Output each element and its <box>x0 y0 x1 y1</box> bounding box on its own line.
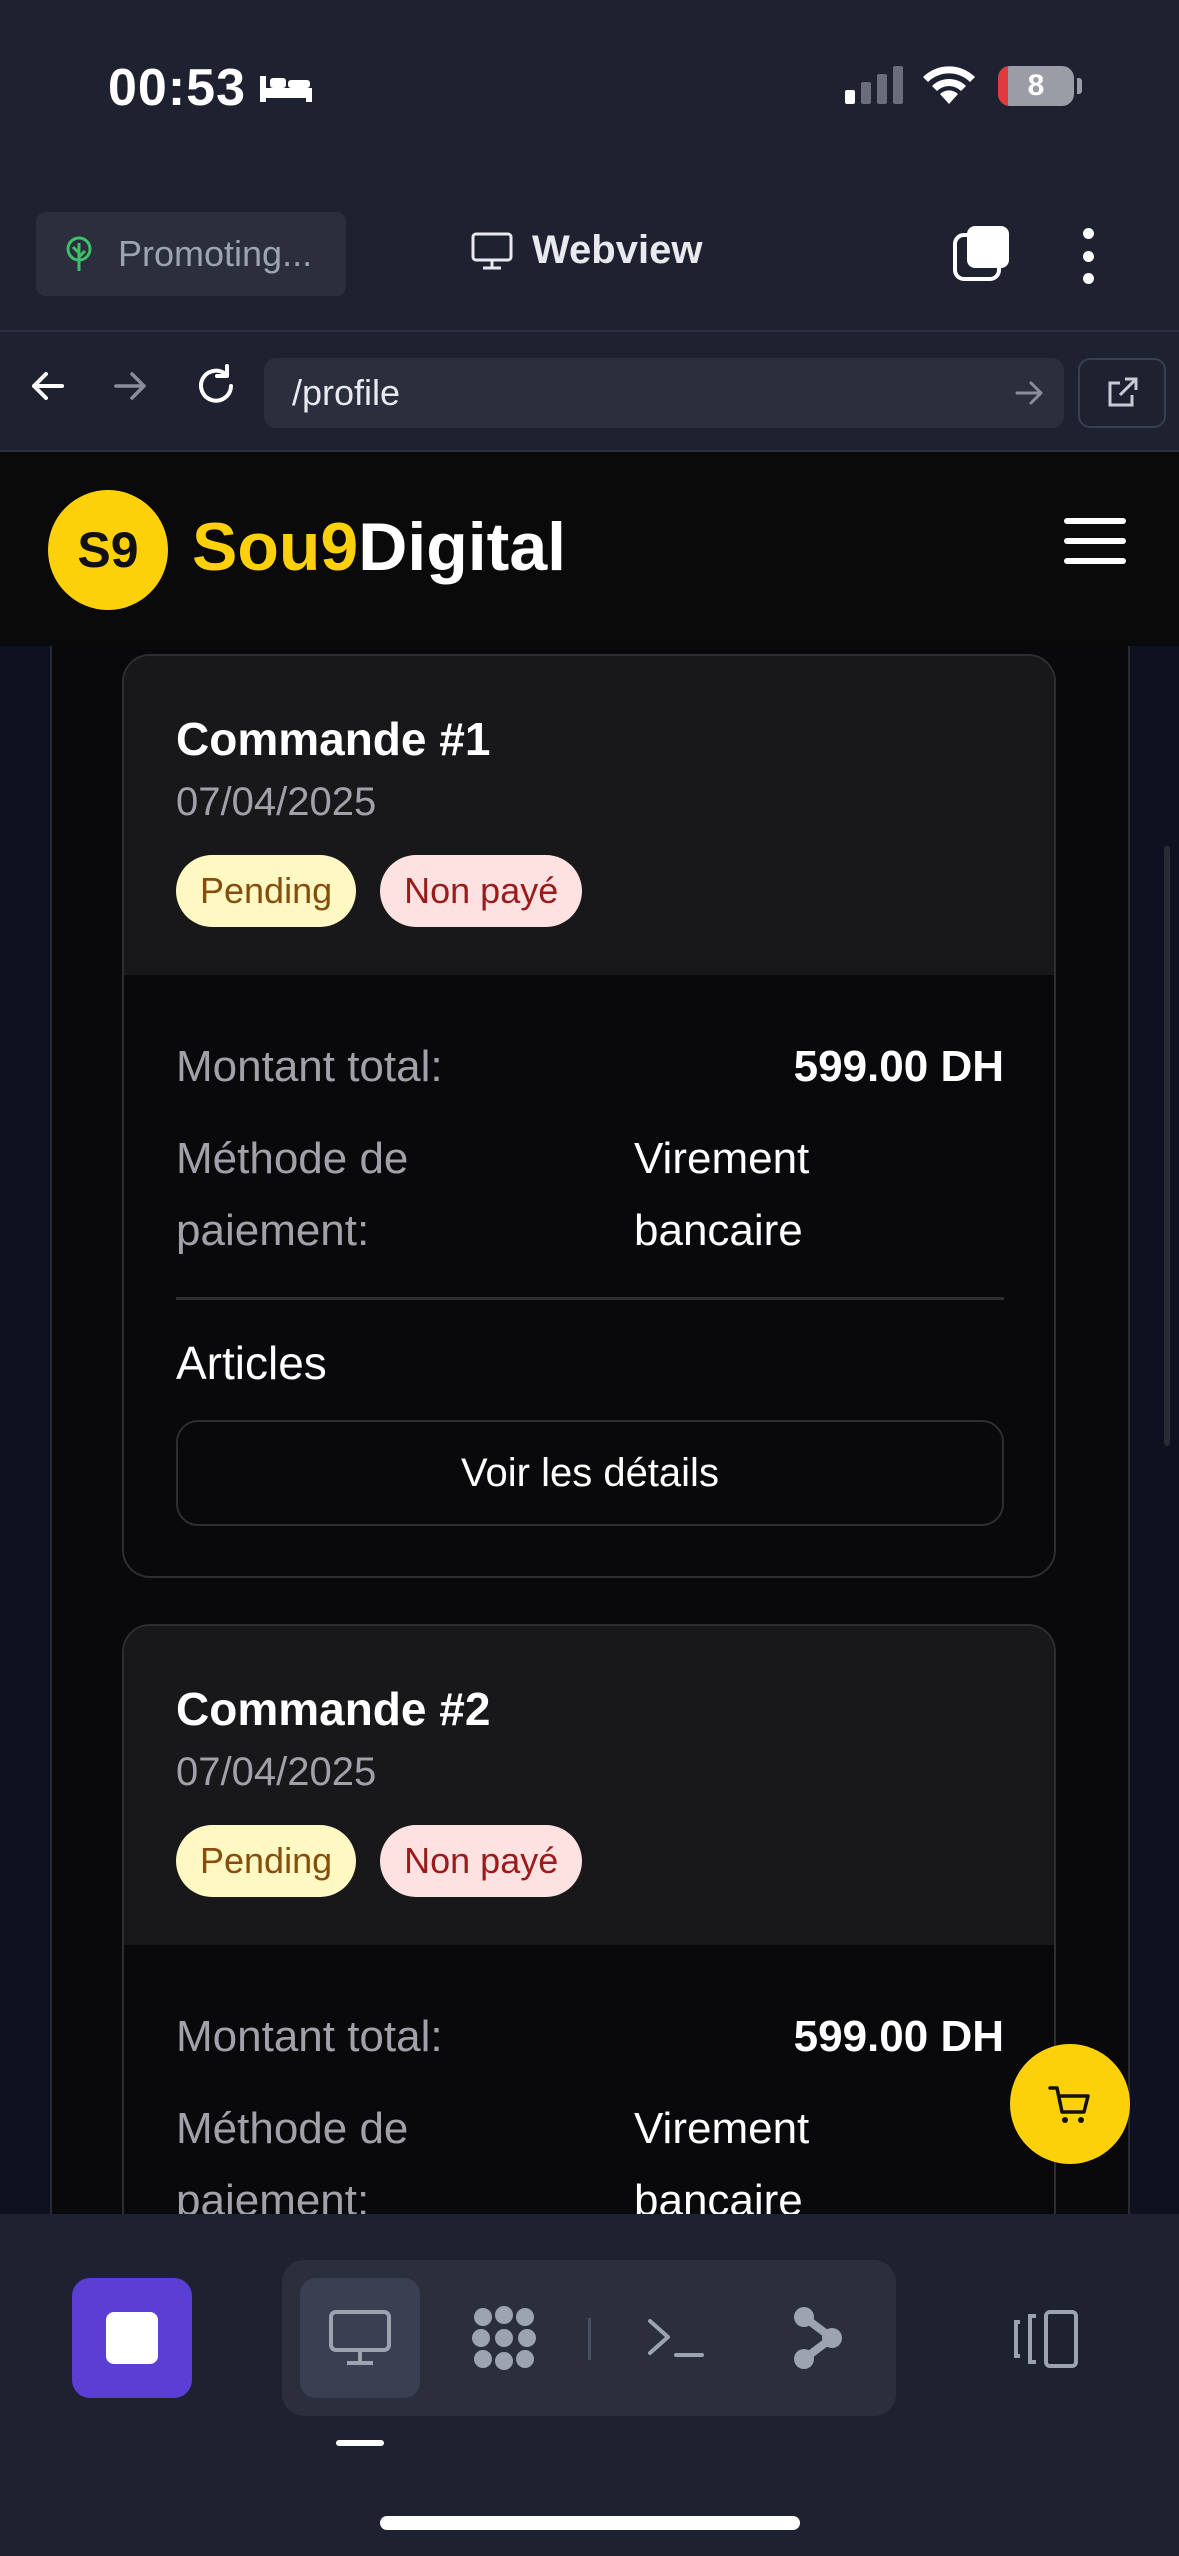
open-external-button[interactable] <box>1078 358 1166 428</box>
site-header: S9 Sou9Digital <box>0 452 1179 646</box>
stop-icon[interactable] <box>72 2278 192 2398</box>
order-title: Commande #2 <box>176 1683 491 1735</box>
payment-method-value: Virement bancaire <box>634 1134 810 1255</box>
payment-badge: Non payé <box>380 855 583 927</box>
status-badge: Pending <box>176 855 357 927</box>
battery-icon: 8 <box>998 66 1074 106</box>
order-title: Commande #1 <box>176 713 491 765</box>
brand-name[interactable]: Sou9Digital <box>192 508 566 586</box>
battery-cap <box>1077 78 1082 94</box>
page-content: Commande #1 07/04/2025 Pending Non payé … <box>0 646 1179 2214</box>
url-input[interactable]: /profile <box>264 358 1064 428</box>
scrollbar[interactable] <box>1164 846 1170 1446</box>
apps-grid-icon[interactable] <box>444 2278 564 2398</box>
monitor-icon <box>471 232 513 269</box>
arrow-right-icon[interactable] <box>1012 376 1046 410</box>
payment-method-row: Méthode de paiement: Virement bancaire <box>176 1123 1004 1267</box>
cart-button[interactable] <box>1010 2044 1130 2164</box>
order-date: 07/04/2025 <box>176 1750 377 1794</box>
order-body: Montant total: 599.00 DH Méthode de paie… <box>124 975 1054 1576</box>
status-badge: Pending <box>176 1825 357 1897</box>
tree-icon <box>66 236 92 271</box>
payment-method-label: Méthode de paiement: <box>176 1134 409 1255</box>
back-icon[interactable] <box>18 356 78 416</box>
git-branch-icon[interactable] <box>758 2278 878 2398</box>
wifi-icon <box>923 66 975 104</box>
order-header: Commande #2 07/04/2025 Pending Non payé <box>124 1626 1054 1945</box>
clock: 00:53 <box>108 58 314 118</box>
more-vertical-icon[interactable] <box>1078 228 1098 284</box>
external-link-icon <box>1108 377 1138 407</box>
monitor-icon[interactable] <box>300 2278 420 2398</box>
order-body: Montant total: 599.00 DH Méthode de paie… <box>124 1945 1054 2214</box>
total-value: 599.00 DH <box>793 2012 1004 2061</box>
cellular-signal-icon <box>845 64 903 104</box>
active-tab-indicator <box>336 2440 384 2446</box>
total-value: 599.00 DH <box>793 1042 1004 1091</box>
order-date: 07/04/2025 <box>176 780 377 824</box>
cart-icon <box>1048 2086 1090 2123</box>
total-row: Montant total: 599.00 DH <box>176 1031 1004 1103</box>
browser-toolbar: Promoting... Webview <box>0 212 1179 296</box>
dock-separator <box>588 2318 591 2360</box>
payment-method-label: Méthode de paiement: <box>176 2104 409 2214</box>
total-row: Montant total: 599.00 DH <box>176 2001 1004 2073</box>
home-indicator[interactable] <box>380 2516 800 2530</box>
forward-icon[interactable] <box>100 356 160 416</box>
tabs-icon[interactable] <box>952 224 1012 284</box>
split-view-icon[interactable] <box>1010 2308 1082 2370</box>
payment-badge: Non payé <box>380 1825 583 1897</box>
order-header: Commande #1 07/04/2025 Pending Non payé <box>124 656 1054 975</box>
articles-heading: Articles <box>176 1337 327 1389</box>
total-label: Montant total: <box>176 2012 443 2061</box>
payment-method-row: Méthode de paiement: Virement bancaire <box>176 2093 1004 2214</box>
reload-icon[interactable] <box>186 356 246 416</box>
order-card: Commande #2 07/04/2025 Pending Non payé … <box>122 1624 1056 2214</box>
webview-tab[interactable]: Webview <box>470 228 702 273</box>
total-label: Montant total: <box>176 1042 443 1091</box>
order-card: Commande #1 07/04/2025 Pending Non payé … <box>122 654 1056 1578</box>
divider <box>176 1297 1004 1300</box>
menu-icon[interactable] <box>1064 518 1126 564</box>
dock-group <box>282 2260 896 2416</box>
promo-button[interactable]: Promoting... <box>36 212 346 296</box>
url-row: /profile <box>0 330 1179 452</box>
logo[interactable]: S9 <box>48 490 168 610</box>
terminal-icon[interactable] <box>616 2278 736 2398</box>
status-bar: 00:53 8 <box>0 0 1179 180</box>
view-details-button[interactable]: Voir les détails <box>176 1420 1004 1526</box>
payment-method-value: Virement bancaire <box>634 2104 810 2214</box>
bottom-dock <box>0 2214 1179 2556</box>
bed-icon <box>260 76 312 102</box>
